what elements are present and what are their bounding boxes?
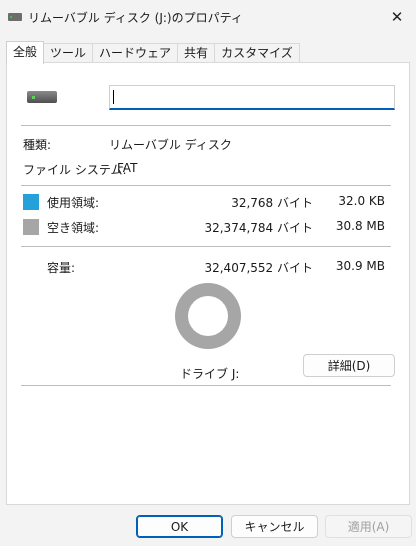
cancel-button[interactable]: キャンセル [231,515,318,538]
separator [21,185,391,186]
tab-customize[interactable]: カスタマイズ [214,43,300,63]
tab-sharing[interactable]: 共有 [177,43,216,63]
tab-general[interactable]: 全般 [6,41,45,64]
used-space-label: 使用領域: [47,196,100,210]
type-value: リムーバブル ディスク [109,138,232,152]
tab-hardware[interactable]: ハードウェア [92,43,179,63]
free-space-label: 空き領域: [47,221,100,235]
disk-usage-donut [175,283,241,349]
separator [21,246,391,247]
type-label: 種類: [23,138,52,152]
drive-name-input[interactable] [109,85,395,110]
details-button[interactable]: 詳細(D) [303,354,395,377]
used-space-size: 32.0 KB [338,194,385,208]
close-button[interactable]: ✕ [384,4,410,30]
filesystem-value: FAT [117,161,138,175]
tab-strip: 全般 ツール ハードウェア 共有 カスタマイズ [6,41,300,64]
capacity-size: 30.9 MB [335,259,385,273]
separator [21,385,391,386]
window-title: リムーバブル ディスク (J:)のプロパティ [28,11,243,25]
apply-button[interactable]: 適用(A) [325,515,412,538]
free-space-swatch [23,219,39,235]
free-space-bytes: 32,374,784 バイト [204,221,313,235]
tab-tools[interactable]: ツール [43,43,94,63]
capacity-label: 容量: [47,261,76,275]
removable-drive-icon [27,91,57,103]
general-panel: 種類: リムーバブル ディスク ファイル システム: FAT 使用領域: 32,… [6,62,410,505]
capacity-bytes: 32,407,552 バイト [204,261,313,275]
used-space-bytes: 32,768 バイト [231,196,313,210]
drive-letter-label: ドライブ J: [180,367,240,381]
title-bar: リムーバブル ディスク (J:)のプロパティ ✕ [0,0,416,34]
drive-icon [8,13,22,21]
free-space-size: 30.8 MB [335,219,385,233]
text-caret [113,90,114,104]
separator [21,125,391,126]
used-space-swatch [23,194,39,210]
ok-button[interactable]: OK [136,515,223,538]
filesystem-label: ファイル システム: [23,163,127,177]
